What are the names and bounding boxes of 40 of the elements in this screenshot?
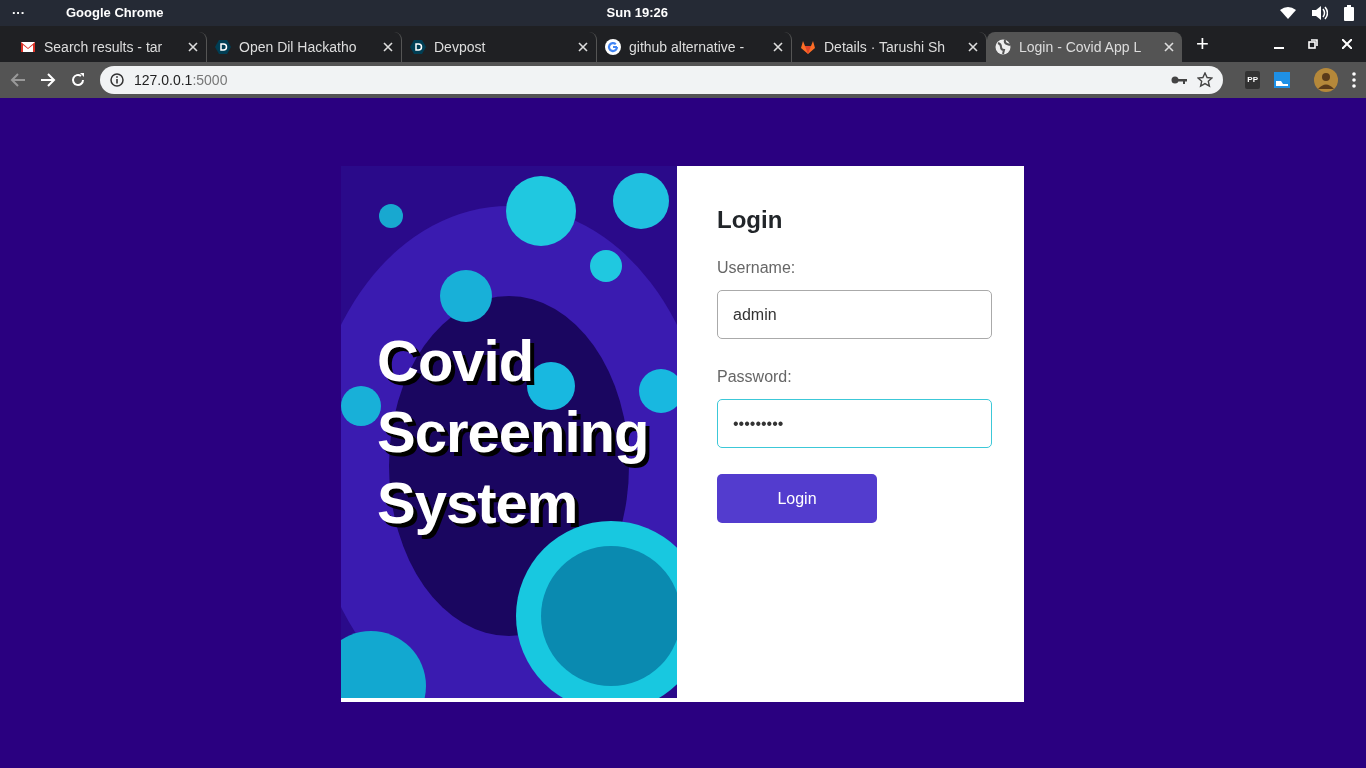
url-text[interactable]: 127.0.0.1:5000 <box>134 69 228 91</box>
forward-icon[interactable] <box>40 72 56 88</box>
close-icon[interactable] <box>968 42 978 52</box>
close-icon[interactable] <box>1164 42 1174 52</box>
extension-icon[interactable] <box>1274 72 1290 88</box>
hexagon-icon <box>215 39 231 55</box>
reload-icon[interactable] <box>70 72 86 88</box>
volume-icon[interactable] <box>1312 6 1328 20</box>
battery-icon[interactable] <box>1344 5 1354 21</box>
new-tab-button[interactable]: + <box>1196 27 1209 60</box>
back-icon[interactable] <box>10 72 26 88</box>
star-icon[interactable] <box>1197 72 1214 88</box>
wifi-icon[interactable] <box>1280 7 1296 19</box>
mail-icon <box>20 39 36 55</box>
fox-icon <box>800 39 816 55</box>
info-icon[interactable] <box>110 73 124 87</box>
google-icon <box>605 39 621 55</box>
extension-button[interactable]: PP <box>1245 71 1260 89</box>
field-label: Password: <box>717 367 792 387</box>
menu-icon[interactable] <box>1352 72 1356 88</box>
password-field[interactable]: ••••••••• <box>717 399 992 448</box>
avatar-icon[interactable] <box>1314 68 1338 92</box>
browser-tab[interactable]: Login - Covid App L <box>987 32 1182 62</box>
restore-icon[interactable] <box>1308 39 1318 49</box>
hero-title: Covid Screening System <box>377 327 650 537</box>
globe-icon <box>995 39 1011 55</box>
form-heading: Login <box>717 205 784 235</box>
login-button[interactable]: Login <box>717 474 877 523</box>
close-icon[interactable] <box>383 42 393 52</box>
key-icon[interactable] <box>1171 75 1188 85</box>
close-icon[interactable] <box>578 42 588 52</box>
username-field[interactable]: admin <box>717 290 992 339</box>
close-icon[interactable] <box>773 42 783 52</box>
field-label: Username: <box>717 258 796 278</box>
close-window-icon[interactable] <box>1342 39 1352 49</box>
close-icon[interactable] <box>188 42 198 52</box>
app-name: Google Chrome <box>66 4 164 23</box>
activities-menu[interactable]: ··· <box>12 3 66 23</box>
clock: Sun 19:26 <box>606 4 668 23</box>
hexagon-icon <box>410 39 426 55</box>
